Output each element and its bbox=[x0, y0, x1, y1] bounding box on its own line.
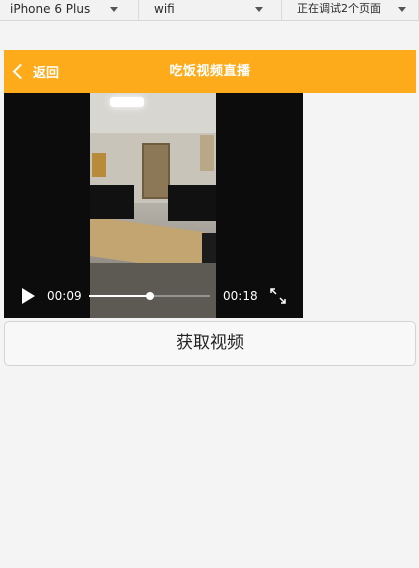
progress-bar[interactable] bbox=[89, 292, 210, 300]
chevron-down-icon bbox=[110, 7, 118, 12]
device-select-value: iPhone 6 Plus bbox=[10, 2, 91, 16]
chevron-down-icon bbox=[398, 7, 406, 12]
chevron-down-icon bbox=[255, 7, 263, 12]
network-select[interactable]: wifi bbox=[140, 0, 282, 20]
fullscreen-button[interactable] bbox=[269, 287, 287, 305]
debug-pages-select[interactable]: 正在调试2个页面 bbox=[283, 0, 419, 20]
page-title: 吃饭视频直播 bbox=[169, 64, 251, 79]
devtools-toolbar: iPhone 6 Plus wifi 正在调试2个页面 bbox=[0, 0, 419, 21]
progress-knob[interactable] bbox=[145, 292, 154, 300]
duration-time: 00:18 bbox=[223, 289, 258, 303]
phone-page: 返回 吃饭视频直播 00:09 00:18 获取视频 bbox=[4, 50, 416, 568]
current-time: 00:09 bbox=[47, 289, 82, 303]
fullscreen-icon bbox=[270, 288, 286, 304]
video-frame bbox=[90, 93, 216, 318]
progress-fill bbox=[89, 295, 150, 297]
video-player[interactable]: 00:09 00:18 bbox=[4, 93, 303, 318]
play-button[interactable] bbox=[22, 288, 35, 304]
get-video-button[interactable]: 获取视频 bbox=[4, 321, 416, 366]
device-select[interactable]: iPhone 6 Plus bbox=[0, 0, 139, 20]
debug-pages-value: 正在调试2个页面 bbox=[297, 2, 381, 15]
navigation-bar: 返回 吃饭视频直播 bbox=[4, 50, 416, 93]
network-select-value: wifi bbox=[154, 2, 175, 16]
